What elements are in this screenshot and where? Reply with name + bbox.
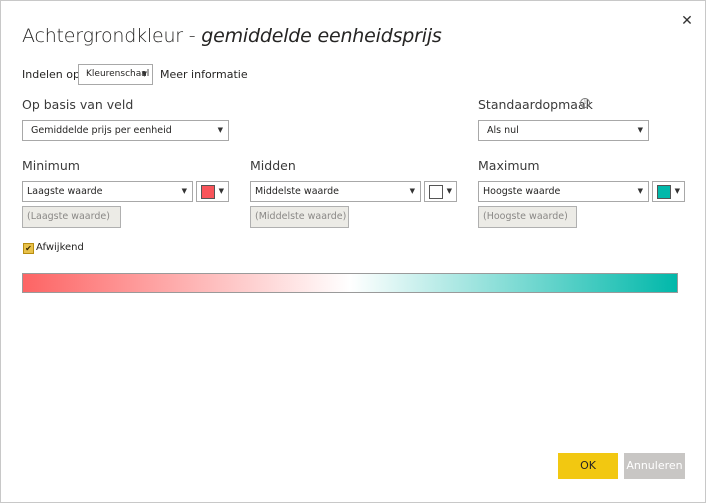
more-info-link[interactable]: Meer informatie xyxy=(160,68,248,81)
minimum-type-dropdown[interactable]: Laagste waarde ▼ xyxy=(22,181,193,202)
center-color-swatch xyxy=(429,185,443,199)
maximum-label: Maximum xyxy=(478,158,540,173)
dialog-title: Achtergrondkleur - gemiddelde eenheidspr… xyxy=(22,25,442,47)
based-on-field-label: Op basis van veld xyxy=(22,97,134,112)
default-format-label: Standaardopmaak xyxy=(478,97,593,112)
chevron-down-icon: ▼ xyxy=(674,187,680,195)
default-format-dropdown[interactable]: Als nul ▼ xyxy=(478,120,649,141)
center-value-input[interactable]: (Middelste waarde) xyxy=(250,206,349,228)
chevron-down-icon: ▼ xyxy=(141,70,147,78)
ok-button[interactable]: OK xyxy=(558,453,618,479)
format-by-label: Indelen op xyxy=(22,68,80,81)
color-scale-preview xyxy=(22,273,678,293)
chevron-down-icon: ▼ xyxy=(218,187,224,195)
based-on-field-dropdown[interactable]: Gemiddelde prijs per eenheid ▼ xyxy=(22,120,229,141)
conditional-formatting-dialog: ✕ Achtergrondkleur - gemiddelde eenheids… xyxy=(0,0,706,503)
chevron-down-icon: ▼ xyxy=(181,187,187,195)
center-color-picker[interactable]: ▼ xyxy=(424,181,457,202)
default-format-value: Als nul xyxy=(487,125,519,136)
chevron-down-icon: ▼ xyxy=(217,126,223,134)
maximum-color-swatch xyxy=(657,185,671,199)
center-type-value: Middelste waarde xyxy=(255,186,339,197)
dialog-title-main: Achtergrondkleur - xyxy=(22,25,202,47)
format-by-dropdown[interactable]: Kleurenschaal ▼ xyxy=(78,64,153,85)
chevron-down-icon: ▼ xyxy=(637,187,643,195)
maximum-type-value: Hoogste waarde xyxy=(483,186,561,197)
minimum-label: Minimum xyxy=(22,158,80,173)
diverging-checkbox[interactable]: ✔ xyxy=(23,243,34,254)
chevron-down-icon: ▼ xyxy=(446,187,452,195)
center-label: Midden xyxy=(250,158,296,173)
format-by-value: Kleurenschaal xyxy=(86,69,150,79)
close-icon[interactable]: ✕ xyxy=(679,13,695,29)
minimum-value-input[interactable]: (Laagste waarde) xyxy=(22,206,121,228)
chevron-down-icon: ▼ xyxy=(637,126,643,134)
diverging-label: Afwijkend xyxy=(36,242,84,253)
based-on-field-value: Gemiddelde prijs per eenheid xyxy=(31,125,172,136)
info-icon[interactable]: i xyxy=(580,98,590,108)
cancel-button[interactable]: Annuleren xyxy=(624,453,685,479)
minimum-type-value: Laagste waarde xyxy=(27,186,103,197)
dialog-title-field: gemiddelde eenheidsprijs xyxy=(201,25,442,47)
minimum-color-swatch xyxy=(201,185,215,199)
minimum-color-picker[interactable]: ▼ xyxy=(196,181,229,202)
maximum-value-input[interactable]: (Hoogste waarde) xyxy=(478,206,577,228)
maximum-type-dropdown[interactable]: Hoogste waarde ▼ xyxy=(478,181,649,202)
center-type-dropdown[interactable]: Middelste waarde ▼ xyxy=(250,181,421,202)
chevron-down-icon: ▼ xyxy=(409,187,415,195)
maximum-color-picker[interactable]: ▼ xyxy=(652,181,685,202)
